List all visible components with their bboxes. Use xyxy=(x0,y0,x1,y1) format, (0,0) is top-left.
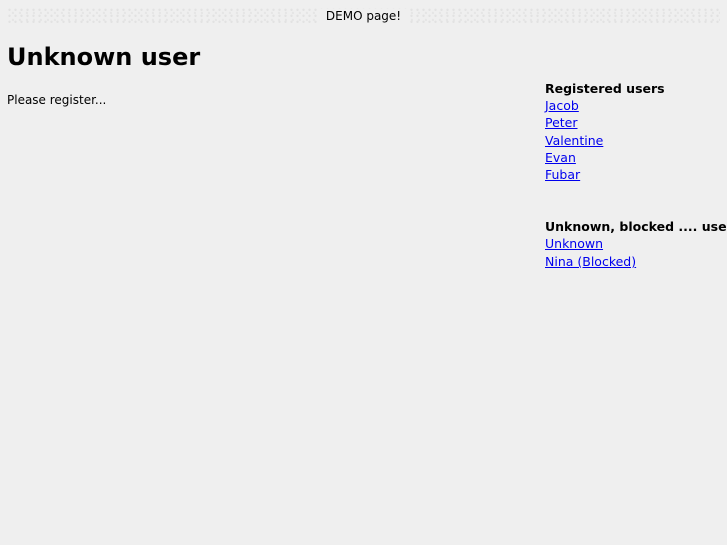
register-message: Please register... xyxy=(7,93,107,107)
user-link-evan[interactable]: Evan xyxy=(545,150,576,165)
other-users-list: Unknown Nina (Blocked) xyxy=(545,235,727,270)
user-link-jacob[interactable]: Jacob xyxy=(545,98,579,113)
list-item: Unknown xyxy=(545,235,727,252)
registered-users-heading: Registered users xyxy=(545,81,665,96)
user-link-peter[interactable]: Peter xyxy=(545,115,578,130)
list-item: Fubar xyxy=(545,166,727,183)
demo-banner: DEMO page! xyxy=(0,0,727,30)
registered-users-list: Jacob Peter Valentine Evan Fubar xyxy=(545,97,727,183)
other-users-heading: Unknown, blocked .... users. xyxy=(545,219,727,235)
user-link-valentine[interactable]: Valentine xyxy=(545,133,603,148)
list-item: Nina (Blocked) xyxy=(545,253,727,270)
list-item: Peter xyxy=(545,114,727,131)
list-item: Evan xyxy=(545,149,727,166)
list-item: Valentine xyxy=(545,132,727,149)
page-title: Unknown user xyxy=(7,43,201,71)
user-sidebar: Registered users Jacob Peter Valentine E… xyxy=(545,80,727,270)
banner-text: DEMO page! xyxy=(319,9,408,23)
list-item: Jacob xyxy=(545,97,727,114)
user-link-fubar[interactable]: Fubar xyxy=(545,167,580,182)
user-link-unknown[interactable]: Unknown xyxy=(545,236,603,251)
user-link-nina-blocked[interactable]: Nina (Blocked) xyxy=(545,254,636,269)
